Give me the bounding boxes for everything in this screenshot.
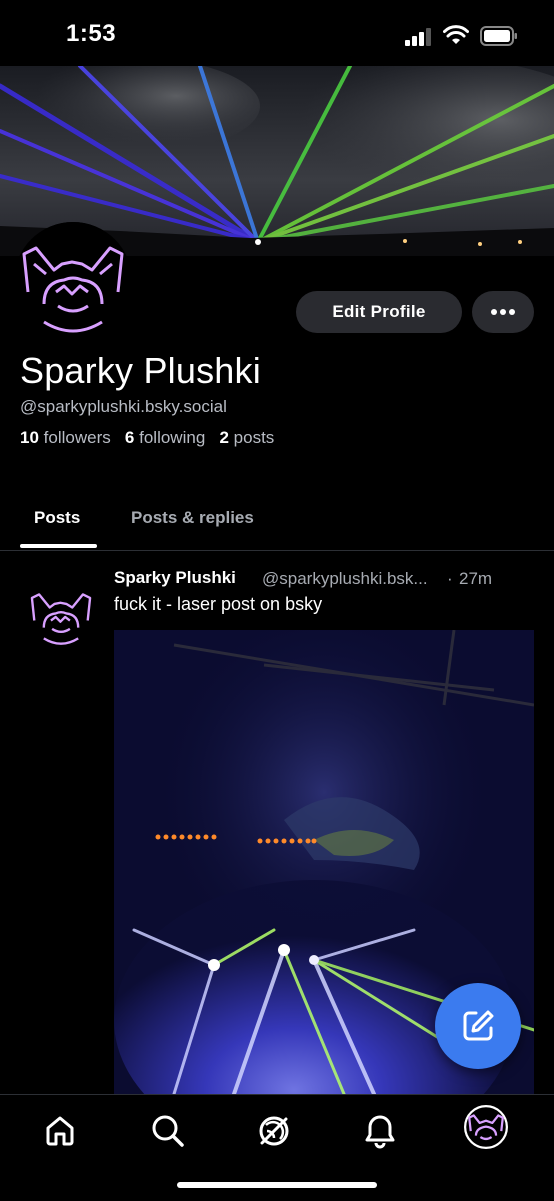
tab-posts-and-replies[interactable]: Posts & replies	[131, 508, 254, 528]
following-link[interactable]: 6 following	[125, 428, 205, 447]
profile-avatar-icon	[464, 1105, 508, 1149]
post-text: fuck it - laser post on bsky	[114, 594, 323, 614]
active-tab-indicator	[20, 544, 97, 548]
nav-feeds[interactable]	[250, 1111, 298, 1151]
followers-count: 10	[20, 428, 39, 447]
followers-label: followers	[43, 428, 111, 447]
profile-handle: @sparkyplushki.bsky.social	[20, 397, 227, 416]
post-author-handle[interactable]: @sparkyplushki.bsk...	[262, 569, 428, 589]
post-author-name[interactable]: Sparky Plushki	[114, 568, 236, 588]
posts-stat: 2 posts	[219, 428, 274, 447]
post-timestamp[interactable]: 27m	[459, 569, 492, 589]
search-icon	[152, 1115, 184, 1147]
following-count: 6	[124, 428, 135, 447]
ellipsis-icon	[491, 309, 515, 315]
followers-link[interactable]: 10 followers	[20, 428, 111, 447]
posts-label: posts	[233, 428, 275, 447]
post-meta-separator: ·	[447, 569, 453, 588]
edit-profile-button[interactable]: Edit Profile	[296, 291, 462, 333]
feeds-icon	[259, 1116, 289, 1146]
nav-notifications[interactable]	[356, 1111, 404, 1151]
nav-profile[interactable]	[462, 1105, 510, 1149]
more-options-button[interactable]	[472, 291, 534, 333]
status-bar: 1:53	[0, 0, 554, 66]
status-time: 1:53	[66, 20, 117, 47]
wifi-icon	[443, 25, 469, 44]
post-author-avatar[interactable]	[26, 579, 96, 649]
compose-icon	[463, 1010, 494, 1041]
profile-stats: 10 followers 6 following 2 posts	[20, 428, 274, 448]
battery-icon	[480, 26, 517, 46]
home-indicator	[177, 1182, 377, 1188]
tab-posts[interactable]: Posts	[34, 508, 80, 528]
cellular-signal-icon	[405, 28, 431, 46]
compose-post-button[interactable]	[435, 983, 521, 1069]
profile-avatar[interactable]	[14, 222, 132, 340]
nav-search[interactable]	[144, 1111, 192, 1151]
profile-display-name: Sparky Plushki	[20, 350, 261, 391]
following-label: following	[139, 428, 206, 447]
home-icon	[46, 1116, 74, 1146]
posts-count: 2	[219, 428, 229, 447]
nav-home[interactable]	[36, 1111, 84, 1151]
notifications-icon	[365, 1115, 395, 1149]
profile-tabs: Posts Posts & replies	[0, 494, 554, 551]
